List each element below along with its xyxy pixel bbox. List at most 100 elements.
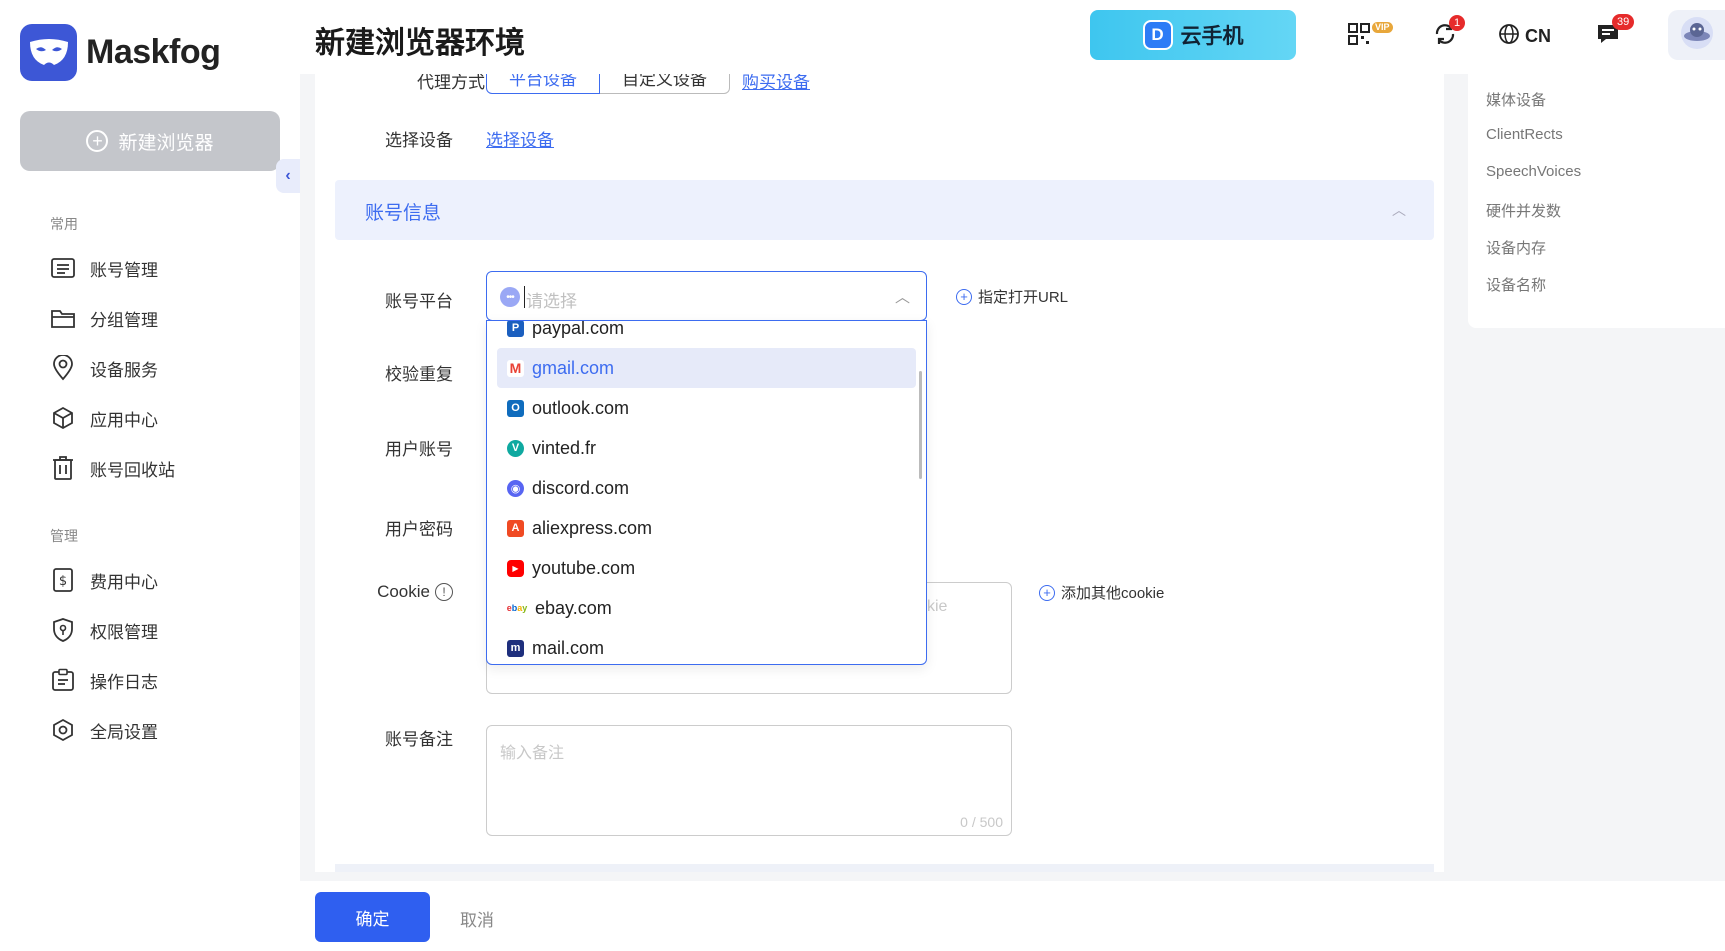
sidebar-item-global-settings[interactable]: 全局设置 xyxy=(50,715,158,745)
platform-label: 账号平台 xyxy=(385,292,453,311)
sidebar-item-label: 设备服务 xyxy=(90,360,158,380)
option-label: mail.com xyxy=(532,637,605,658)
sidebar-item-label: 账号回收站 xyxy=(90,460,175,480)
sidebar-item-operation-log[interactable]: 操作日志 xyxy=(50,665,158,695)
tab-custom-device[interactable]: 自定义设备 xyxy=(600,74,730,94)
vinted-icon: V xyxy=(507,439,524,457)
sidebar-item-label: 应用中心 xyxy=(90,410,158,430)
fingerprint-nav: 媒体设备 ClientRects SpeechVoices 硬件并发数 设备内存… xyxy=(1468,74,1725,328)
sidebar-item-accounts[interactable]: 账号管理 xyxy=(50,253,158,283)
cloud-phone-banner[interactable]: D 云手机 xyxy=(1090,10,1296,60)
new-browser-button[interactable]: + 新建浏览器 xyxy=(20,111,280,171)
cube-icon xyxy=(50,405,76,431)
mailcom-icon: m xyxy=(507,639,524,657)
right-nav-item-speechvoices[interactable]: SpeechVoices xyxy=(1486,163,1581,180)
paypal-icon: P xyxy=(507,321,524,337)
option-aliexpress[interactable]: A aliexpress.com xyxy=(497,508,916,548)
proxy-tabs: 平台设备 自定义设备 xyxy=(486,74,730,94)
option-mailcom[interactable]: m mail.com xyxy=(497,628,916,664)
option-gmail[interactable]: M gmail.com xyxy=(497,348,916,388)
cookie-placeholder: kie xyxy=(927,598,948,615)
open-url-label: 指定打开URL xyxy=(978,289,1069,306)
sync-button[interactable]: 1 xyxy=(1433,15,1466,52)
right-nav-item-hardware-concurrency[interactable]: 硬件并发数 xyxy=(1486,200,1561,221)
add-cookie-label: 添加其他cookie xyxy=(1061,585,1165,602)
option-label: paypal.com xyxy=(532,320,625,338)
platform-dropdown: P paypal.com M gmail.com O outlook.com V… xyxy=(486,320,927,665)
option-paypal[interactable]: P paypal.com xyxy=(497,320,916,348)
option-label: discord.com xyxy=(532,477,630,498)
dropdown-scrollbar[interactable] xyxy=(919,371,922,479)
chevron-left-icon: ‹ xyxy=(285,167,291,184)
account-info-section-header[interactable]: 账号信息 ︿ xyxy=(335,180,1434,240)
platform-placeholder: 请选择 xyxy=(526,292,577,311)
remark-counter: 0 / 500 xyxy=(960,814,1003,830)
nav-section-manage: 管理 xyxy=(50,528,78,544)
option-vinted[interactable]: V vinted.fr xyxy=(497,428,916,468)
app-name: Maskfog xyxy=(86,33,221,71)
remark-textarea[interactable]: 输入备注 0 / 500 xyxy=(486,725,1012,836)
dollar-doc-icon: $ xyxy=(50,567,76,593)
top-header: 新建浏览器环境 D 云手机 VIP 1 CN 39 xyxy=(300,0,1725,74)
tab-platform-device[interactable]: 平台设备 xyxy=(486,74,600,94)
add-cookie-button[interactable]: + 添加其他cookie xyxy=(1039,582,1164,603)
settings-hex-icon xyxy=(50,717,76,743)
user-account-label: 用户账号 xyxy=(385,440,453,459)
cookie-label-group: Cookie ! xyxy=(315,582,453,602)
option-label: gmail.com xyxy=(532,357,615,378)
sidebar-item-recycle-bin[interactable]: 账号回收站 xyxy=(50,453,175,483)
sidebar-item-permissions[interactable]: 权限管理 xyxy=(50,615,158,645)
select-device-label: 选择设备 xyxy=(385,131,453,150)
right-nav-item-clientrects[interactable]: ClientRects xyxy=(1486,126,1563,143)
sidebar-item-app-center[interactable]: 应用中心 xyxy=(50,403,158,433)
option-youtube[interactable]: ▶ youtube.com xyxy=(497,548,916,588)
buy-device-link[interactable]: 购买设备 xyxy=(742,74,810,93)
right-nav-item-device-memory[interactable]: 设备内存 xyxy=(1486,237,1546,258)
option-outlook[interactable]: O outlook.com xyxy=(497,388,916,428)
user-password-label: 用户密码 xyxy=(385,520,453,539)
globe-icon xyxy=(1498,23,1520,50)
cookie-label: Cookie xyxy=(377,582,430,601)
location-pin-icon xyxy=(50,355,76,381)
platform-select[interactable]: ••• 请选择 ︿ xyxy=(486,271,927,321)
nav-section-common: 常用 xyxy=(50,216,78,232)
avatar-icon xyxy=(1680,16,1714,55)
language-switcher[interactable]: CN xyxy=(1498,20,1551,52)
collapse-sidebar-button[interactable]: ‹ xyxy=(276,159,300,193)
gmail-icon: M xyxy=(507,359,524,377)
remark-label: 账号备注 xyxy=(385,730,453,749)
app-logo[interactable]: Maskfog xyxy=(20,24,221,81)
option-discord[interactable]: ◉ discord.com xyxy=(497,468,916,508)
platform-options: P paypal.com M gmail.com O outlook.com V… xyxy=(497,320,916,664)
open-url-button[interactable]: + 指定打开URL xyxy=(956,286,1068,307)
plus-circle-icon: + xyxy=(86,130,109,152)
sidebar-item-device-service[interactable]: 设备服务 xyxy=(50,353,158,383)
option-ebay[interactable]: ebay ebay.com xyxy=(497,588,916,628)
sync-badge: 1 xyxy=(1449,15,1466,31)
new-browser-label: 新建浏览器 xyxy=(118,132,214,154)
option-label: youtube.com xyxy=(532,557,636,578)
option-label: outlook.com xyxy=(532,397,630,418)
discord-icon: ◉ xyxy=(507,479,524,497)
user-avatar[interactable] xyxy=(1668,10,1725,60)
plus-circle-icon: + xyxy=(1039,584,1055,601)
confirm-button[interactable]: 确定 xyxy=(315,892,430,942)
right-nav-item-device-name[interactable]: 设备名称 xyxy=(1486,274,1546,295)
language-label: CN xyxy=(1525,25,1551,46)
check-duplicate-label: 校验重复 xyxy=(385,365,453,384)
sidebar-item-groups[interactable]: 分组管理 xyxy=(50,303,158,333)
right-nav-item-media-devices[interactable]: 媒体设备 xyxy=(1486,89,1546,110)
trash-icon xyxy=(50,455,76,481)
next-section-edge xyxy=(335,864,1434,872)
cancel-button[interactable]: 取消 xyxy=(460,906,494,931)
qr-code-button[interactable]: VIP xyxy=(1348,20,1393,52)
messages-button[interactable]: 39 xyxy=(1596,14,1635,52)
sidebar-item-billing[interactable]: $ 费用中心 xyxy=(50,565,158,595)
sidebar-item-label: 权限管理 xyxy=(90,622,158,642)
vip-badge: VIP xyxy=(1372,22,1393,33)
shield-key-icon xyxy=(50,617,76,643)
chevron-up-icon: ︿ xyxy=(1392,202,1406,218)
aliexpress-icon: A xyxy=(507,519,524,537)
select-device-link[interactable]: 选择设备 xyxy=(486,126,554,151)
info-icon[interactable]: ! xyxy=(435,583,453,601)
